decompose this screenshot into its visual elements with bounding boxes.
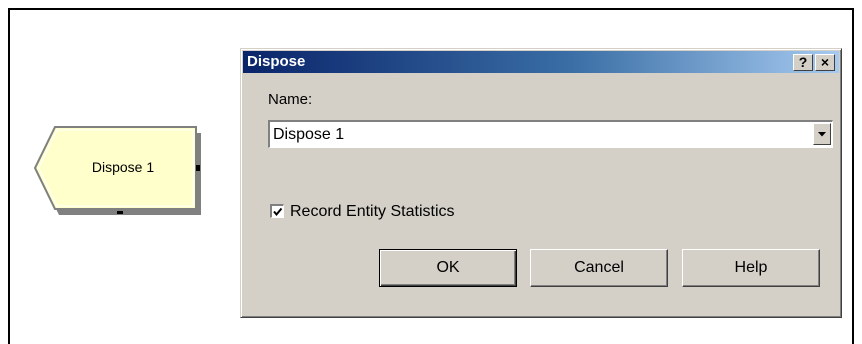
combo-dropdown-button[interactable]	[813, 123, 831, 145]
dispose-module-label: Dispose 1	[91, 159, 155, 175]
help-button[interactable]: Help	[682, 249, 820, 287]
dispose-module[interactable]: Dispose 1	[33, 125, 203, 215]
name-label: Name:	[268, 91, 313, 108]
ok-button[interactable]: OK	[379, 249, 517, 287]
checkmark-icon	[273, 207, 283, 217]
name-combobox[interactable]	[268, 120, 833, 148]
dialog-titlebar[interactable]: Dispose ? ×	[243, 51, 839, 73]
dialog-title: Dispose	[247, 53, 306, 70]
record-stats-label: Record Entity Statistics	[290, 203, 455, 220]
close-icon[interactable]: ×	[815, 54, 835, 71]
help-icon[interactable]: ?	[793, 54, 813, 71]
chevron-down-icon	[818, 132, 826, 137]
name-input[interactable]	[273, 124, 773, 146]
record-stats-checkbox[interactable]	[270, 204, 284, 218]
dispose-dialog: Dispose ? × Name: Record Entity Statisti…	[240, 48, 842, 318]
cancel-button[interactable]: Cancel	[530, 249, 668, 287]
